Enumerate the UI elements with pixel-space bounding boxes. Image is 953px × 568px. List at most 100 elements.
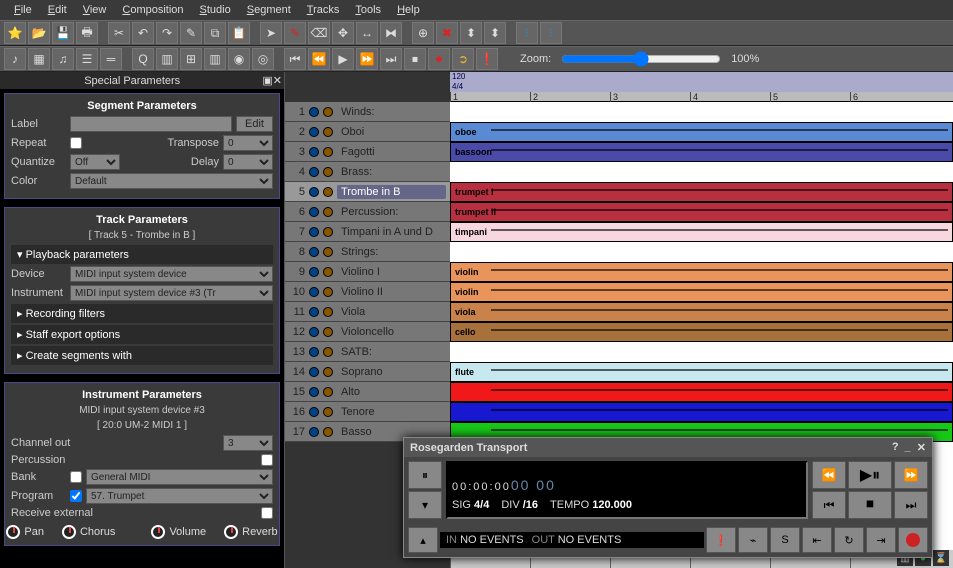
close-icon[interactable]: ✕ xyxy=(273,74,282,87)
mute-led-icon[interactable] xyxy=(309,247,319,257)
mute-led-icon[interactable] xyxy=(309,107,319,117)
bank-checkbox[interactable] xyxy=(70,471,82,483)
play-icon[interactable]: ▶ xyxy=(332,48,354,70)
transpose-select[interactable]: 0 xyxy=(223,135,273,151)
segment[interactable]: bassoon xyxy=(450,142,953,162)
redo-icon[interactable]: ↷ xyxy=(156,22,178,44)
move-icon[interactable]: ✥ xyxy=(332,22,354,44)
tp-rewind-icon[interactable]: ⏪ xyxy=(812,461,846,489)
tp-metronome-icon[interactable]: ⌁ xyxy=(738,527,768,553)
mute-led-icon[interactable] xyxy=(309,147,319,157)
segment[interactable]: violin xyxy=(450,262,953,282)
grid-icon[interactable]: ⊞ xyxy=(180,48,202,70)
resize-icon[interactable]: ↔ xyxy=(356,22,378,44)
rec-led-icon[interactable] xyxy=(323,327,333,337)
channel-select[interactable]: 3 xyxy=(223,435,273,451)
receive-checkbox[interactable] xyxy=(261,507,273,519)
event-icon[interactable]: ♫ xyxy=(52,48,74,70)
tp-end-icon[interactable]: ⏭ xyxy=(894,491,928,519)
eraser-icon[interactable]: ⌫ xyxy=(308,22,330,44)
delay-select[interactable]: 0 xyxy=(223,154,273,170)
track-row[interactable]: 5Trombe in B xyxy=(285,182,450,202)
pencil-icon[interactable]: ✎ xyxy=(284,22,306,44)
save-icon[interactable]: 💾 xyxy=(52,22,74,44)
segment[interactable]: violin xyxy=(450,282,953,302)
tp-solo-icon[interactable]: S xyxy=(770,527,800,553)
split-icon[interactable]: ⧓ xyxy=(380,22,402,44)
knob-pan[interactable]: Pan xyxy=(6,525,44,539)
track-row[interactable]: 16Tenore xyxy=(285,402,450,422)
transport-window[interactable]: Rosegarden Transport ? _ ✕ ⏸ ▾ 00:00:000… xyxy=(403,437,933,558)
paste-icon[interactable]: 📋 xyxy=(228,22,250,44)
staff-section[interactable]: Staff export options xyxy=(11,325,273,344)
rec-led-icon[interactable] xyxy=(323,367,333,377)
color-select[interactable]: Default xyxy=(70,173,273,189)
repeat-checkbox[interactable] xyxy=(70,137,82,149)
rec-led-icon[interactable] xyxy=(323,167,333,177)
segment[interactable]: trumpet I xyxy=(450,182,953,202)
rec-led-icon[interactable] xyxy=(323,227,333,237)
solo-icon[interactable]: ⁝ xyxy=(540,22,562,44)
segment[interactable]: timpani xyxy=(450,222,953,242)
tp-loop-icon[interactable]: ↻ xyxy=(834,527,864,553)
bank-select[interactable]: General MIDI xyxy=(86,469,273,485)
knob-volume[interactable]: Volume xyxy=(151,525,206,539)
mute-led-icon[interactable] xyxy=(309,387,319,397)
mute-led-icon[interactable] xyxy=(309,307,319,317)
rec-led-icon[interactable] xyxy=(323,287,333,297)
add-track-icon[interactable]: ⊕ xyxy=(412,22,434,44)
panic-icon[interactable]: ❗ xyxy=(476,48,498,70)
track-row[interactable]: 7Timpani in A und D xyxy=(285,222,450,242)
help-icon[interactable]: ? xyxy=(892,441,899,454)
edit-button[interactable]: Edit xyxy=(236,116,273,132)
loop-icon[interactable]: ➲ xyxy=(452,48,474,70)
cut-icon[interactable]: ✂ xyxy=(108,22,130,44)
segment[interactable] xyxy=(450,402,953,422)
undo-icon[interactable]: ↶ xyxy=(132,22,154,44)
device-select[interactable]: MIDI input system device xyxy=(70,266,273,282)
track-row[interactable]: 11Viola xyxy=(285,302,450,322)
track-row[interactable]: 12Violoncello xyxy=(285,322,450,342)
rec-led-icon[interactable] xyxy=(323,207,333,217)
close-icon[interactable]: ✕ xyxy=(917,441,926,454)
track-row[interactable]: 14Soprano xyxy=(285,362,450,382)
track-row[interactable]: 10Violino II xyxy=(285,282,450,302)
track-row[interactable]: 15Alto xyxy=(285,382,450,402)
mute-led-icon[interactable] xyxy=(309,347,319,357)
tp-expand-icon[interactable]: ▴ xyxy=(408,527,438,553)
track-row[interactable]: 13SATB: xyxy=(285,342,450,362)
mute-led-icon[interactable] xyxy=(309,327,319,337)
program-checkbox[interactable] xyxy=(70,490,82,502)
tp-play-icon[interactable]: ▶⏸ xyxy=(848,461,892,489)
dock-icon[interactable]: ▣ xyxy=(262,74,272,87)
notation-icon[interactable]: ♪ xyxy=(4,48,26,70)
tp-ffwd-icon[interactable]: ⏩ xyxy=(894,461,928,489)
track-row[interactable]: 6Percussion: xyxy=(285,202,450,222)
playback-section[interactable]: Playback parameters xyxy=(11,245,273,264)
audio-icon[interactable]: ◎ xyxy=(252,48,274,70)
menu-studio[interactable]: Studio xyxy=(192,2,239,18)
keyboard-icon[interactable]: ▥ xyxy=(204,48,226,70)
menu-segment[interactable]: Segment xyxy=(239,2,299,18)
menu-file[interactable]: File xyxy=(6,2,40,18)
instrument-select[interactable]: MIDI input system device #3 (Tr xyxy=(70,285,273,301)
menu-composition[interactable]: Composition xyxy=(114,2,191,18)
copy-icon[interactable]: ⧉ xyxy=(204,22,226,44)
label-input[interactable] xyxy=(70,116,232,132)
menu-tracks[interactable]: Tracks xyxy=(299,2,348,18)
rec-led-icon[interactable] xyxy=(323,187,333,197)
ffwd-icon[interactable]: ⏩ xyxy=(356,48,378,70)
tp-loop-end-icon[interactable]: ⇥ xyxy=(866,527,896,553)
transport-titlebar[interactable]: Rosegarden Transport ? _ ✕ xyxy=(404,438,932,457)
segment[interactable]: trumpet II xyxy=(450,202,953,222)
menu-edit[interactable]: Edit xyxy=(40,2,75,18)
track-down-icon[interactable]: ⬍ xyxy=(484,22,506,44)
quantize-icon[interactable]: Q xyxy=(132,48,154,70)
mute-led-icon[interactable] xyxy=(309,267,319,277)
segment[interactable] xyxy=(450,382,953,402)
mute-led-icon[interactable] xyxy=(309,407,319,417)
knob-reverb[interactable]: Reverb xyxy=(224,525,277,539)
delete-track-icon[interactable]: ✖ xyxy=(436,22,458,44)
program-select[interactable]: 57. Trumpet xyxy=(86,488,273,504)
track-row[interactable]: 1Winds: xyxy=(285,102,450,122)
